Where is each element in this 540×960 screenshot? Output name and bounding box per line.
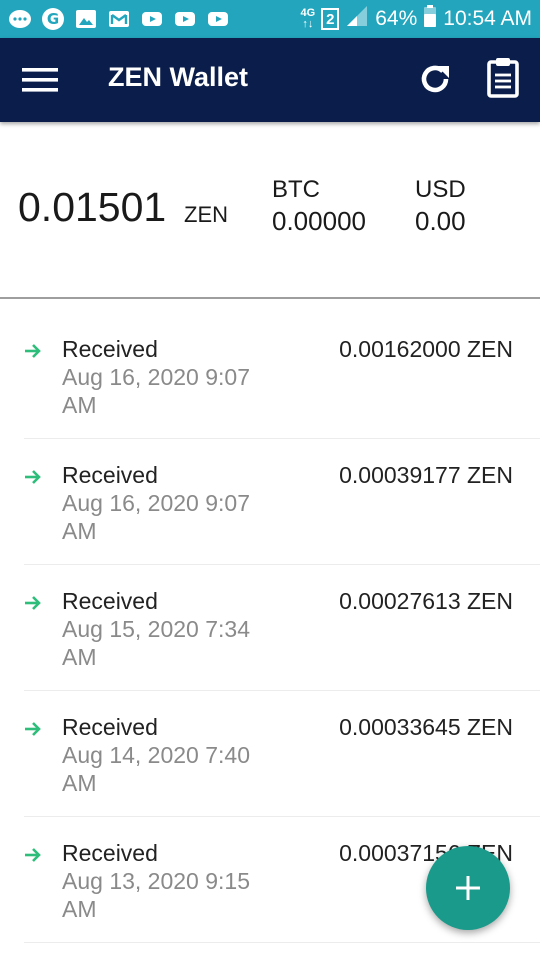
clock: 10:54 AM xyxy=(443,7,532,30)
balance-unit: ZEN xyxy=(184,202,228,227)
transaction-type: Received xyxy=(62,462,158,488)
transaction-amount: 0.00162000 ZEN xyxy=(339,336,513,362)
btc-label: BTC xyxy=(272,176,320,203)
transaction-amount: 0.00027613 ZEN xyxy=(339,588,513,614)
received-arrow-icon xyxy=(25,344,41,358)
refresh-icon xyxy=(421,65,449,93)
transaction-date: Aug 15, 2020 7:34 AM xyxy=(62,616,250,670)
notification-icons: G xyxy=(8,7,230,31)
sim-indicator: 2 xyxy=(321,8,340,30)
chat-icon xyxy=(8,7,32,31)
menu-button[interactable] xyxy=(22,66,58,94)
transaction-type: Received xyxy=(62,336,158,362)
google-icon: G xyxy=(41,7,65,31)
network-type: 4G ↑↓ xyxy=(300,7,316,30)
transaction-row[interactable]: Received Aug 15, 2020 7:34 AM 0.00027613… xyxy=(24,565,540,691)
transaction-type: Received xyxy=(62,714,158,740)
youtube-icon xyxy=(173,7,197,31)
transaction-row[interactable]: Received Aug 14, 2020 7:40 AM 0.00033645… xyxy=(24,691,540,817)
add-button[interactable] xyxy=(426,846,510,930)
signal-icon xyxy=(345,4,369,34)
transaction-type: Received xyxy=(62,840,158,866)
transaction-row[interactable]: Received Aug 16, 2020 9:07 AM 0.00039177… xyxy=(24,439,540,565)
clipboard-button[interactable] xyxy=(484,56,522,100)
transaction-amount: 0.00039177 ZEN xyxy=(339,462,513,488)
menu-icon xyxy=(22,68,58,92)
plus-icon xyxy=(456,876,480,900)
transaction-date: Aug 13, 2020 9:15 AM xyxy=(62,868,250,922)
transaction-date: Aug 14, 2020 7:40 AM xyxy=(62,742,250,796)
battery-level: 64% xyxy=(375,7,418,30)
transaction-type: Received xyxy=(62,588,158,614)
youtube-icon xyxy=(140,7,164,31)
balance-amount: 0.01501 xyxy=(18,184,167,230)
svg-text:G: G xyxy=(47,10,59,28)
battery-icon xyxy=(423,4,437,34)
transaction-row[interactable]: Received Aug 16, 2020 9:07 AM 0.00162000… xyxy=(24,299,540,439)
usd-value: 0.00 xyxy=(415,206,466,236)
app-bar: ZEN Wallet xyxy=(0,38,540,122)
btc-value: 0.00000 xyxy=(272,206,366,236)
status-bar: G 4G ↑↓ 2 64% 10:54 AM xyxy=(0,0,540,38)
refresh-button[interactable] xyxy=(416,60,454,98)
usd-label: USD xyxy=(415,176,466,203)
received-arrow-icon xyxy=(25,596,41,610)
received-arrow-icon xyxy=(25,848,41,862)
received-arrow-icon xyxy=(25,722,41,736)
gmail-icon xyxy=(107,7,131,31)
transaction-date: Aug 16, 2020 9:07 AM xyxy=(62,364,250,418)
received-arrow-icon xyxy=(25,470,41,484)
transaction-amount: 0.00033645 ZEN xyxy=(339,714,513,740)
gallery-icon xyxy=(74,7,98,31)
app-title: ZEN Wallet xyxy=(108,62,249,92)
youtube-icon xyxy=(206,7,230,31)
system-status: 4G ↑↓ 2 64% 10:54 AM xyxy=(301,4,532,34)
balance-summary: 0.01501 ZEN BTC 0.00000 USD 0.00 xyxy=(0,122,540,298)
clipboard-icon xyxy=(487,58,519,98)
transaction-date: Aug 16, 2020 9:07 AM xyxy=(62,490,250,544)
